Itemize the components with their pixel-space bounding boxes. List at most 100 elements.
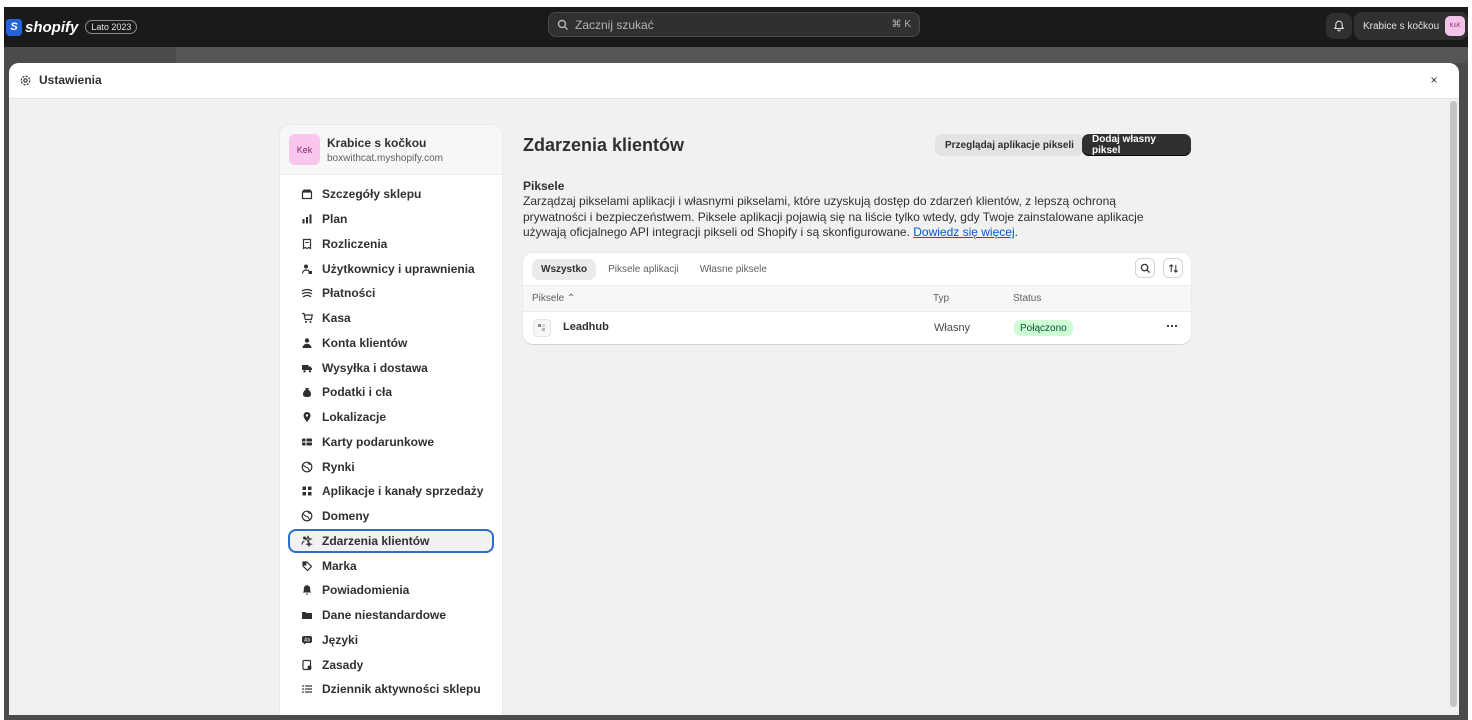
pixel-name: Leadhub <box>563 321 609 333</box>
sidebar-item-rozliczenia[interactable]: Rozliczenia <box>288 232 494 257</box>
sidebar-item-label: Rynki <box>322 459 355 474</box>
sidebar-item-dane-niestandardowe[interactable]: Dane niestandardowe <box>288 603 494 628</box>
table-header: Piksele ⌃ Typ Status <box>523 286 1191 312</box>
store-card[interactable]: Kek Krabice s kočkou boxwithcat.myshopif… <box>280 125 502 175</box>
search-icon <box>1140 263 1150 273</box>
store-name: Krabice s kočkou <box>327 135 427 150</box>
sidebar-item-label: Podatki i cła <box>322 385 393 400</box>
store-card-text: Krabice s kočkou boxwithcat.myshopify.co… <box>327 136 443 164</box>
section-description: Zarządzaj pikselami aplikacji i własnymi… <box>523 194 1163 241</box>
sidebar-item-label: Domeny <box>322 509 370 524</box>
sidebar-item-zasady[interactable]: Zasady <box>288 652 494 677</box>
store-avatar: KsK <box>1445 16 1466 36</box>
close-button[interactable]: × <box>1427 73 1441 87</box>
customer-events-icon <box>301 535 313 547</box>
plan-chart-icon <box>301 213 313 225</box>
store-menu-button[interactable]: Krabice s kočkou KsK <box>1354 12 1468 40</box>
add-custom-pixel-button[interactable]: Dodaj własny piksel <box>1082 134 1191 156</box>
pixel-icon <box>538 324 545 331</box>
row-actions-button[interactable] <box>1164 318 1180 334</box>
person-lock-icon <box>301 263 313 275</box>
sidebar-item-label: Dane niestandardowe <box>322 608 447 623</box>
store-icon <box>301 188 313 200</box>
sort-icon <box>1168 263 1178 273</box>
receipt-icon <box>301 238 313 250</box>
sidebar-item-label: Lokalizacje <box>322 410 387 425</box>
language-icon: Ab <box>301 634 313 646</box>
sidebar-item-label: Powiadomienia <box>322 583 410 598</box>
sidebar-item-aplikacje-i-kanaly-sprzedazy[interactable]: Aplikacje i kanały sprzedaży <box>288 479 494 504</box>
sidebar-item-szczegoly-sklepu[interactable]: Szczegóły sklepu <box>288 182 494 207</box>
tab-custom-pixels[interactable]: Własne piksele <box>691 259 776 280</box>
close-icon: × <box>1430 73 1438 87</box>
apps-icon <box>301 485 313 497</box>
sidebar-item-konta-klientow[interactable]: Konta klientów <box>288 331 494 356</box>
sidebar-item-platnosci[interactable]: Płatności <box>288 281 494 306</box>
global-search[interactable]: Zacznij szukać ⌘ K <box>548 12 920 37</box>
filter-tabs: Wszystko Piksele aplikacji Własne piksel… <box>523 253 1191 286</box>
column-header-name[interactable]: Piksele ⌃ <box>532 293 575 304</box>
store-card-avatar: Kek <box>289 134 320 165</box>
bell-icon <box>301 584 313 596</box>
sidebar-item-karty-podarunkowe[interactable]: Karty podarunkowe <box>288 430 494 455</box>
store-menu-label: Krabice s kočkou <box>1363 20 1440 32</box>
pixel-type: Własny <box>934 322 971 334</box>
page-title: Zdarzenia klientów <box>523 135 685 155</box>
scrollbar-thumb[interactable] <box>1450 101 1457 707</box>
tab-all[interactable]: Wszystko <box>532 258 597 280</box>
sort-button[interactable] <box>1163 258 1183 278</box>
sidebar-item-label: Plan <box>322 212 348 227</box>
table-search-button[interactable] <box>1135 258 1155 278</box>
sidebar-item-podatki-i-cla[interactable]: Podatki i cła <box>288 380 494 405</box>
season-badge[interactable]: Lato 2023 <box>85 20 138 34</box>
brand-icon <box>301 560 313 572</box>
person-icon <box>301 337 313 349</box>
sidebar-item-marka[interactable]: Marka <box>288 553 494 578</box>
sidebar-item-rynki[interactable]: Rynki <box>288 454 494 479</box>
sidebar-item-powiadomienia[interactable]: Powiadomienia <box>288 578 494 603</box>
shopify-logo[interactable]: S shopify <box>6 18 79 36</box>
section-title: Piksele <box>523 179 565 193</box>
sidebar-item-zdarzenia-klientow[interactable]: Zdarzenia klientów <box>288 528 494 554</box>
folder-icon <box>301 609 313 621</box>
sidebar-item-label: Języki <box>322 632 359 647</box>
notifications-button[interactable] <box>1326 13 1352 39</box>
sidebar-item-kasa[interactable]: Kasa <box>288 306 494 331</box>
sidebar-item-dziennik-aktywnosci-sklepu[interactable]: Dziennik aktywności sklepu <box>288 677 494 702</box>
table-row[interactable]: Leadhub Własny Połączono <box>523 312 1191 344</box>
sidebar-item-label: Dziennik aktywności sklepu <box>322 682 481 697</box>
sidebar-item-label: Płatności <box>322 286 376 301</box>
column-header-type: Typ <box>933 293 950 304</box>
sidebar-item-plan[interactable]: Plan <box>288 207 494 232</box>
browse-pixel-apps-button[interactable]: Przeglądaj aplikacje pikseli <box>935 134 1084 156</box>
sidebar-item-lokalizacje[interactable]: Lokalizacje <box>288 405 494 430</box>
settings-nav: Szczegóły sklepu Plan Rozliczenia Użytkowni… <box>280 175 502 702</box>
modal-title: Ustawienia <box>39 73 102 87</box>
section-description-text: Zarządzaj pikselami aplikacji i własnymi… <box>523 194 1144 239</box>
more-horizontal-icon <box>1166 324 1178 328</box>
sidebar-item-wysylka-i-dostawa[interactable]: Wysyłka i dostawa <box>288 355 494 380</box>
sidebar-item-label: Karty podarunkowe <box>322 434 435 449</box>
shopify-wordmark: shopify <box>25 18 79 36</box>
svg-text:b: b <box>308 637 311 643</box>
sidebar-item-domeny[interactable]: Domeny <box>288 504 494 529</box>
sidebar-item-uzytkownicy-i-uprawnienia[interactable]: Użytkownicy i uprawnienia <box>288 256 494 281</box>
sidebar-item-label: Marka <box>322 558 357 573</box>
sidebar-item-label: Szczegóły sklepu <box>322 187 422 202</box>
modal-scrollbar[interactable] <box>1449 101 1458 713</box>
sidebar-item-label: Aplikacje i kanały sprzedaży <box>322 484 484 499</box>
globe-icon <box>301 461 313 473</box>
column-header-name-label: Piksele <box>532 293 565 304</box>
column-header-status: Status <box>1013 293 1042 304</box>
period: . <box>1014 225 1018 239</box>
learn-more-link[interactable]: Dowiedz się więcej <box>913 225 1014 239</box>
payment-icon <box>301 287 313 299</box>
sidebar-item-jezyki[interactable]: Ab Języki <box>288 628 494 653</box>
bell-icon <box>1333 20 1345 32</box>
search-input[interactable]: Zacznij szukać <box>575 18 892 32</box>
pixels-table-card: Wszystko Piksele aplikacji Własne piksel… <box>523 253 1191 344</box>
sidebar-item-label: Wysyłka i dostawa <box>322 360 428 375</box>
modal-header: Ustawienia × <box>9 63 1459 99</box>
tab-app-pixels[interactable]: Piksele aplikacji <box>599 259 688 280</box>
gift-card-icon <box>301 436 313 448</box>
